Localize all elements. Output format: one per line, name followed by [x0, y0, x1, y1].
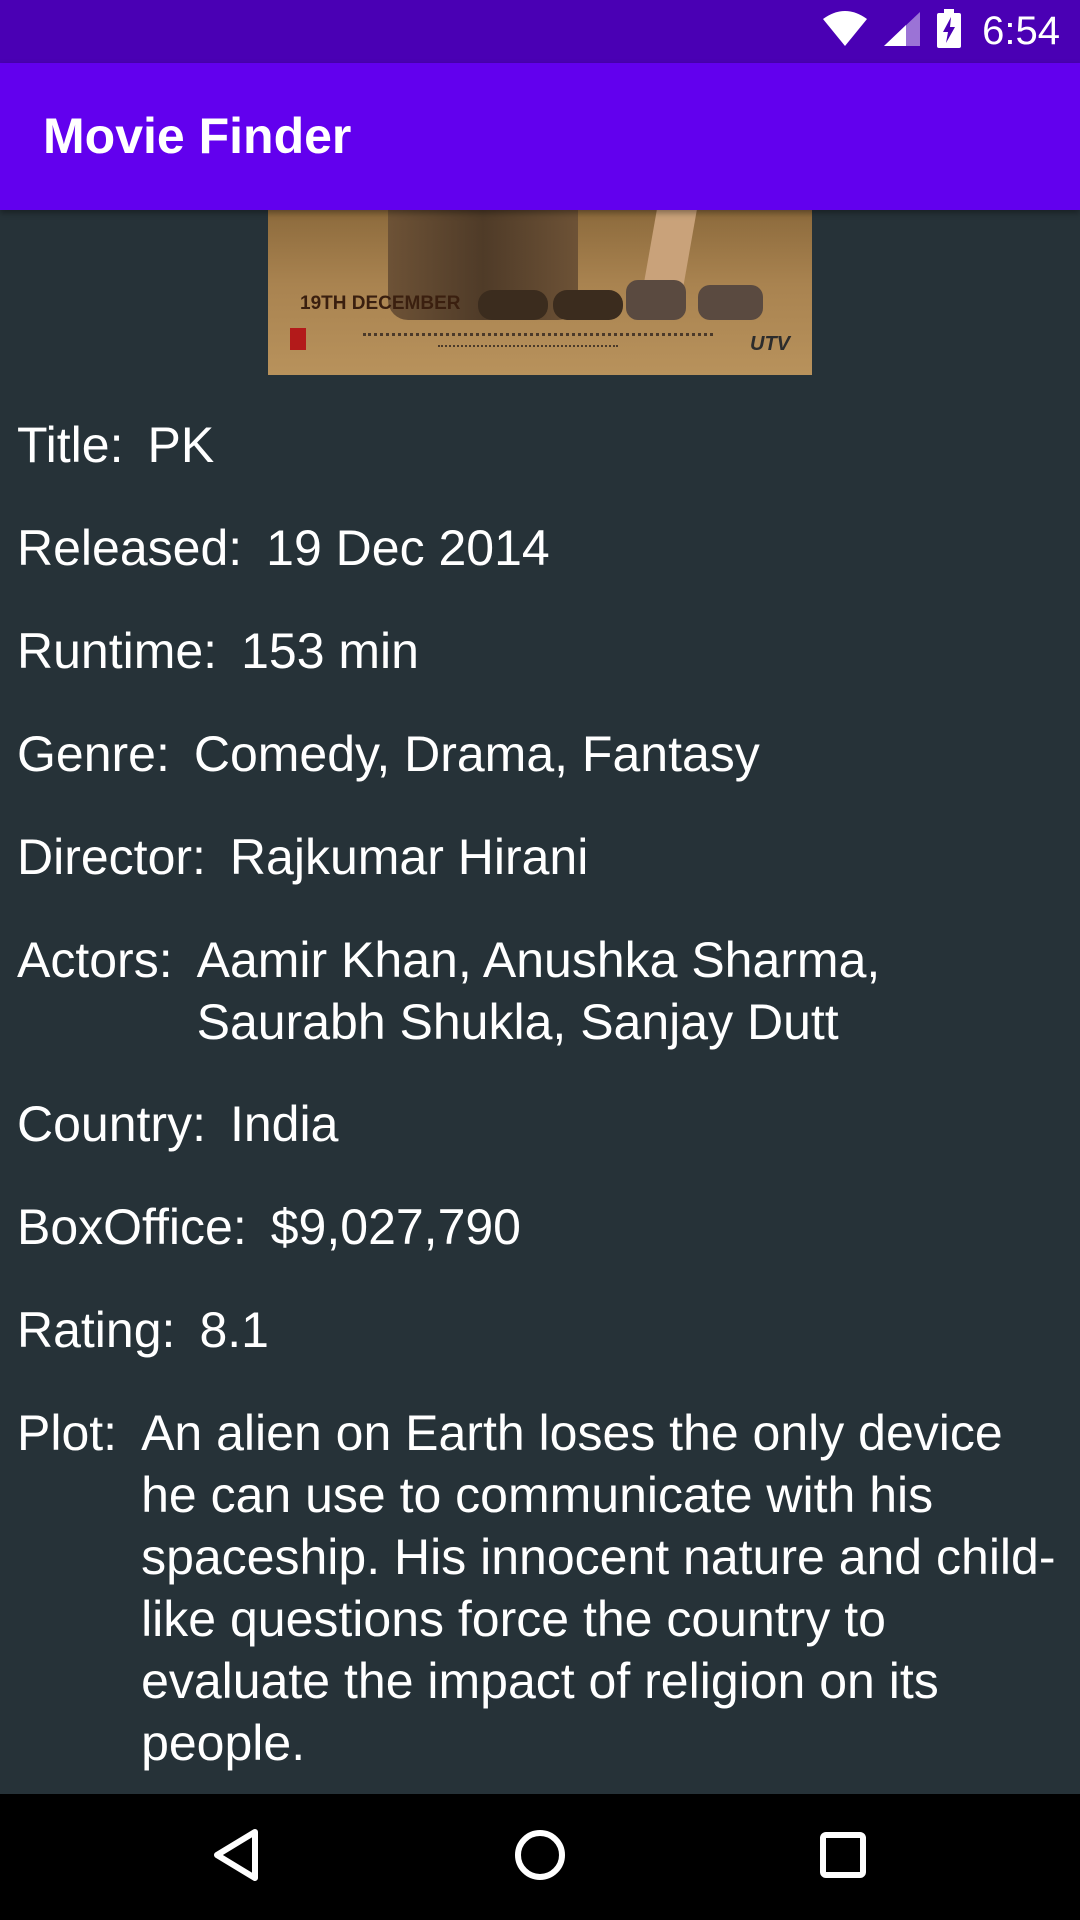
plot-value: An alien on Earth loses the only device … — [141, 1405, 1056, 1771]
wifi-icon — [822, 11, 868, 52]
movie-details-scroll[interactable]: 19TH DECEMBER UTV Title: PK Released: 19… — [0, 210, 1080, 1794]
actors-label: Actors: — [17, 932, 173, 988]
back-button[interactable] — [173, 1794, 299, 1920]
info-row-director: Director: Rajkumar Hirani — [17, 826, 1057, 888]
info-row-runtime: Runtime: 153 min — [17, 620, 1057, 682]
info-row-title: Title: PK — [17, 414, 1057, 476]
director-label: Director: — [17, 829, 206, 885]
country-label: Country: — [17, 1096, 206, 1152]
poster-credits — [363, 333, 713, 342]
movie-poster: 19TH DECEMBER UTV — [268, 210, 812, 375]
poster-studio-logo — [290, 328, 306, 350]
genre-label: Genre: — [17, 726, 170, 782]
signal-icon — [882, 10, 922, 53]
director-value: Rajkumar Hirani — [229, 829, 589, 885]
poster-credits — [438, 345, 618, 351]
actors-value: Aamir Khan, Anushka Sharma, Saurabh Shuk… — [196, 932, 881, 1050]
status-bar: 6:54 — [0, 0, 1080, 63]
status-icons: 6:54 — [822, 0, 1060, 63]
genre-value: Comedy, Drama, Fantasy — [193, 726, 760, 782]
runtime-value: 153 min — [241, 623, 419, 679]
home-icon — [513, 1828, 567, 1887]
back-icon — [211, 1828, 261, 1887]
status-time: 6:54 — [982, 9, 1060, 53]
info-row-plot: Plot: An alien on Earth loses the only d… — [17, 1402, 1057, 1774]
rating-label: Rating: — [17, 1302, 176, 1358]
info-row-genre: Genre: Comedy, Drama, Fantasy — [17, 723, 1057, 785]
recents-button[interactable] — [780, 1794, 906, 1920]
runtime-label: Runtime: — [17, 623, 218, 679]
poster-shoe — [698, 285, 763, 320]
title-value: PK — [147, 417, 215, 473]
title-label: Title: — [17, 417, 124, 473]
poster-date-text: 19TH DECEMBER — [300, 293, 461, 314]
plot-label: Plot: — [17, 1405, 118, 1461]
released-value: 19 Dec 2014 — [266, 520, 550, 576]
info-row-released: Released: 19 Dec 2014 — [17, 517, 1057, 579]
boxoffice-value: $9,027,790 — [270, 1199, 521, 1255]
poster-brand-logo: UTV — [750, 333, 790, 355]
poster-shoe — [553, 290, 623, 320]
info-row-country: Country: India — [17, 1093, 1057, 1155]
info-row-rating: Rating: 8.1 — [17, 1299, 1057, 1361]
country-value: India — [229, 1096, 339, 1152]
info-row-actors: Actors: Aamir Khan, Anushka Sharma, Saur… — [17, 929, 1057, 1053]
poster-shoe — [478, 290, 548, 320]
navigation-bar — [0, 1794, 1080, 1920]
poster-shoe — [626, 280, 686, 320]
home-button[interactable] — [477, 1794, 603, 1920]
app-title: Movie Finder — [43, 108, 352, 164]
info-row-boxoffice: BoxOffice: $9,027,790 — [17, 1196, 1057, 1258]
released-label: Released: — [17, 520, 243, 576]
recents-icon — [819, 1831, 867, 1884]
rating-value: 8.1 — [199, 1302, 269, 1358]
boxoffice-label: BoxOffice: — [17, 1199, 247, 1255]
app-bar: Movie Finder — [0, 63, 1080, 210]
battery-charging-icon — [936, 9, 962, 54]
